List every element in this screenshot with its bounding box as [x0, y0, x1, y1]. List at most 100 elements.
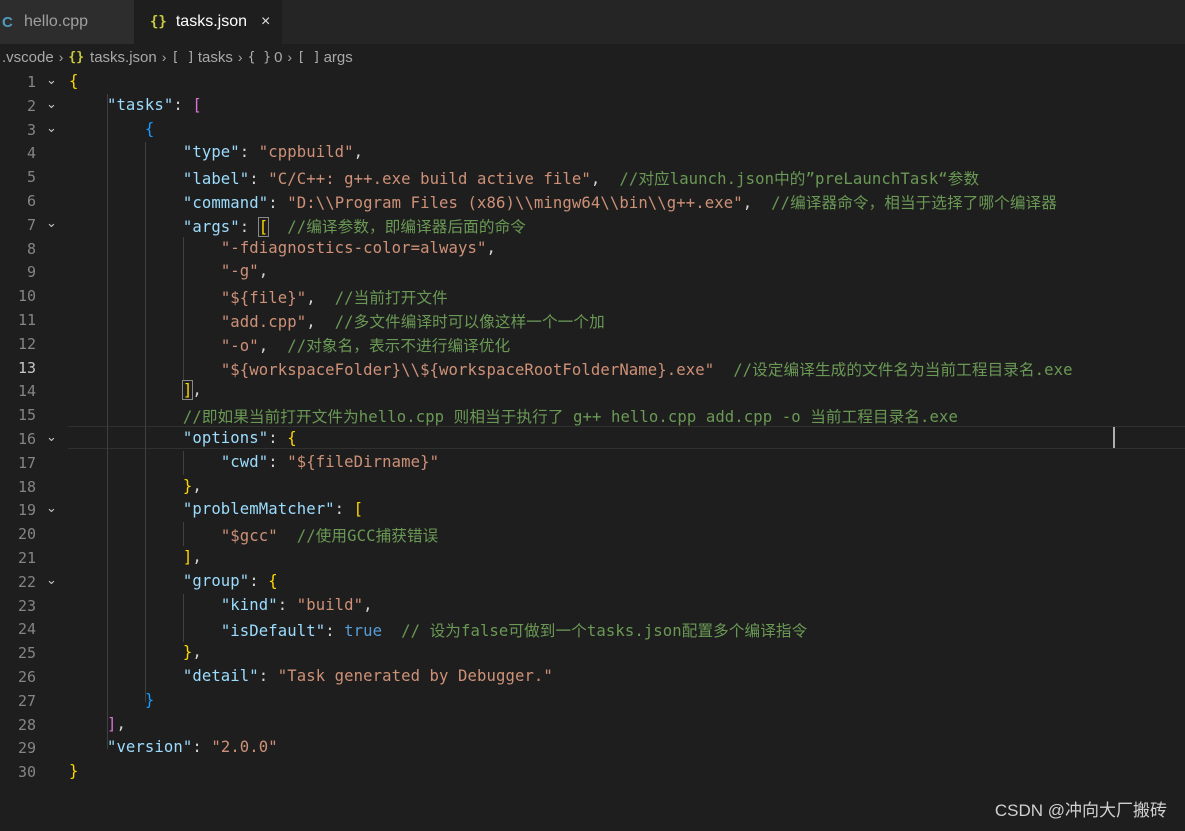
code-line[interactable]: 5 "label": "C/C++: g++.exe build active …: [0, 166, 1185, 190]
code-line[interactable]: 12 "-o", //对象名，表示不进行编译优化: [0, 333, 1185, 357]
breadcrumb-item-args[interactable]: args: [324, 49, 353, 66]
line-number: 24: [17, 620, 36, 639]
line-number: 9: [26, 263, 36, 282]
code-line[interactable]: 26 "detail": "Task generated by Debugger…: [0, 666, 1185, 690]
code-line[interactable]: 2 ⌄ "tasks": [: [0, 95, 1185, 119]
fold-chevron-icon[interactable]: ⌄: [46, 120, 60, 136]
code-line[interactable]: 29 "version": "2.0.0": [0, 737, 1185, 761]
code-text: "$gcc" //使用GCC捕获错误: [220, 527, 439, 546]
line-number: 29: [17, 739, 36, 758]
code-line[interactable]: 3 ⌄ {: [0, 119, 1185, 143]
code-line[interactable]: 17 "cwd": "${fileDirname}": [0, 452, 1185, 476]
line-number: 2: [26, 96, 36, 115]
close-icon[interactable]: ×: [261, 13, 270, 31]
line-number: 12: [17, 334, 36, 353]
breadcrumb-file[interactable]: tasks.json: [90, 49, 157, 66]
code-text: "add.cpp", //多文件编译时可以像这样一个一个加: [220, 313, 605, 331]
code-line[interactable]: 20 "$gcc" //使用GCC捕获错误: [0, 523, 1185, 547]
c-file-icon: C: [2, 13, 13, 31]
code-text: "detail": "Task generated by Debugger.": [182, 667, 553, 685]
code-line[interactable]: 1 ⌄ {: [0, 71, 1185, 95]
line-number: 15: [17, 406, 36, 425]
fold-chevron-icon[interactable]: ⌄: [46, 215, 60, 231]
fold-chevron-icon[interactable]: ⌄: [46, 72, 60, 88]
chevron-right-icon: ›: [287, 49, 293, 65]
chevron-right-icon: ›: [237, 49, 243, 65]
fold-chevron-icon[interactable]: ⌄: [46, 429, 60, 445]
code-line[interactable]: 7 ⌄ "args": [ //编译参数，即编译器后面的命令: [0, 214, 1185, 238]
line-number: 7: [26, 215, 36, 234]
line-number: 1: [26, 73, 36, 91]
code-line[interactable]: 24 "isDefault": true // 设为false可做到一个task…: [0, 618, 1185, 642]
code-line[interactable]: 15 //即如果当前打开文件为hello.cpp 则相当于执行了 g++ hel…: [0, 404, 1185, 428]
watermark: CSDN @冲向大厂搬砖: [994, 801, 1167, 820]
code-line[interactable]: 6 "command": "D:\\Program Files (x86)\\m…: [0, 190, 1185, 214]
breadcrumb-item-0[interactable]: 0: [274, 49, 282, 66]
code-text: ],: [181, 380, 202, 401]
code-text: "type": "cppbuild",: [182, 143, 364, 162]
code-editor[interactable]: 1 ⌄ {2 ⌄ "tasks": [3 ⌄ {4 "type": "cppbuild"…: [0, 70, 1185, 831]
line-number: 30: [17, 763, 36, 782]
line-number: 17: [17, 453, 36, 472]
code-text: //即如果当前打开文件为hello.cpp 则相当于执行了 g++ hello.…: [182, 408, 959, 427]
line-number: 21: [17, 549, 36, 567]
code-line[interactable]: 14 ],: [0, 380, 1185, 404]
line-number: 3: [26, 120, 36, 139]
code-text: "${file}", //当前打开文件: [220, 289, 448, 308]
code-line[interactable]: 25 },: [0, 642, 1185, 666]
chevron-right-icon: ›: [58, 49, 64, 65]
code-text: "-fdiagnostics-color=always",: [220, 238, 496, 257]
code-line[interactable]: 19 ⌄ "problemMatcher": [: [0, 499, 1185, 523]
line-number: 19: [17, 501, 36, 520]
line-number: 23: [17, 596, 36, 615]
code-text: },: [182, 643, 202, 662]
line-number: 8: [26, 239, 36, 258]
json-file-icon: {}: [150, 14, 167, 30]
code-line[interactable]: 9 "-g",: [0, 261, 1185, 285]
code-text: "version": "2.0.0": [106, 738, 278, 757]
breadcrumb: .vscode › {} tasks.json › [ ] tasks › { …: [0, 44, 1185, 70]
code-text: "label": "C/C++: g++.exe build active fi…: [182, 170, 980, 189]
code-text: "command": "D:\\Program Files (x86)\\min…: [182, 194, 1057, 212]
tab-label: hello.cpp: [24, 13, 89, 30]
code-line[interactable]: 16 ⌄ "options": {: [0, 428, 1185, 452]
code-line[interactable]: 8 "-fdiagnostics-color=always",: [0, 238, 1185, 262]
code-line[interactable]: 28 ],: [0, 714, 1185, 738]
tab-hello-cpp[interactable]: C hello.cpp: [0, 0, 134, 44]
line-number: 10: [17, 287, 36, 306]
code-line[interactable]: 23 "kind": "build",: [0, 595, 1185, 619]
code-line[interactable]: 22 ⌄ "group": {: [0, 571, 1185, 595]
breadcrumb-item-tasks[interactable]: tasks: [198, 49, 233, 66]
code-line[interactable]: 18 },: [0, 476, 1185, 500]
fold-chevron-icon[interactable]: ⌄: [46, 96, 60, 112]
code-text: {: [69, 72, 79, 90]
code-text: "kind": "build",: [220, 595, 373, 614]
tab-bar: C hello.cpp {} tasks.json ×: [0, 0, 1185, 44]
line-number: 14: [17, 382, 36, 401]
code-line[interactable]: 21 ],: [0, 547, 1185, 571]
line-number: 5: [26, 168, 36, 187]
code-line[interactable]: 4 "type": "cppbuild",: [0, 142, 1185, 166]
code-line[interactable]: 11 "add.cpp", //多文件编译时可以像这样一个一个加: [0, 309, 1185, 333]
code-text: "-g",: [220, 262, 269, 281]
code-text: ],: [182, 548, 202, 566]
code-text: ],: [106, 714, 126, 733]
line-number: 20: [17, 525, 36, 544]
line-number: 13: [17, 358, 36, 377]
code-line[interactable]: 27 }: [0, 690, 1185, 714]
array-symbol-icon: [ ]: [171, 49, 195, 65]
line-number: 18: [17, 477, 36, 496]
line-number: 11: [17, 311, 36, 329]
code-text: }: [144, 690, 155, 709]
fold-chevron-icon[interactable]: ⌄: [46, 500, 60, 516]
fold-chevron-icon[interactable]: ⌄: [46, 572, 60, 588]
code-text: "problemMatcher": [: [182, 500, 364, 519]
code-line[interactable]: 10 "${file}", //当前打开文件: [0, 285, 1185, 309]
breadcrumb-folder[interactable]: .vscode: [2, 49, 54, 66]
code-line[interactable]: 13 "${workspaceFolder}\\${workspaceRootF…: [0, 357, 1185, 381]
tab-tasks-json[interactable]: {} tasks.json ×: [134, 0, 282, 44]
code-line[interactable]: 30}: [0, 761, 1185, 785]
line-number: 6: [26, 192, 36, 210]
line-number: 22: [17, 572, 36, 591]
line-number: 28: [17, 715, 36, 734]
